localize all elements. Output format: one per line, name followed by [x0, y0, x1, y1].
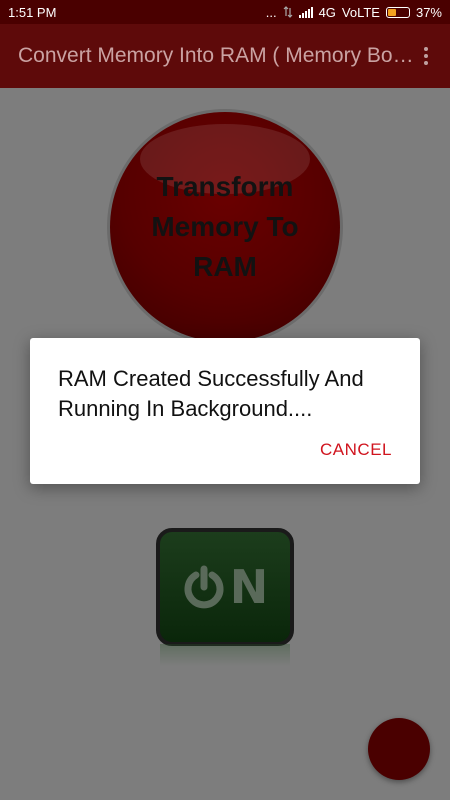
on-label: N: [182, 560, 269, 614]
status-indicators: ... 4G VoLTE 37%: [266, 5, 442, 20]
on-letter-n: N: [229, 560, 269, 614]
success-dialog: RAM Created Successfully And Running In …: [30, 338, 420, 484]
status-bar: 1:51 PM ... 4G VoLTE 37%: [0, 0, 450, 24]
dialog-message: RAM Created Successfully And Running In …: [58, 366, 364, 421]
floating-action-button[interactable]: [368, 718, 430, 780]
on-button[interactable]: N: [156, 528, 294, 666]
battery-percent: 37%: [415, 4, 442, 20]
signal-strength-icon: [298, 6, 313, 18]
data-transfer-icon: [283, 6, 292, 18]
status-time: 1:51 PM: [8, 4, 57, 20]
network-type: 4G: [318, 4, 336, 20]
cancel-button[interactable]: CANCEL: [320, 440, 392, 460]
app-title: Convert Memory Into RAM ( Memory Booster…: [18, 44, 416, 67]
volte-label: VoLTE: [341, 4, 380, 20]
transform-memory-button[interactable]: Transform Memory To RAM: [110, 112, 340, 342]
status-dots: ...: [265, 4, 277, 20]
battery-icon: [385, 6, 410, 18]
more-vertical-icon[interactable]: [416, 44, 436, 68]
transform-button-label: Transform Memory To RAM: [151, 171, 299, 282]
app-bar: Convert Memory Into RAM ( Memory Booster…: [0, 24, 450, 88]
power-icon: [184, 565, 224, 609]
